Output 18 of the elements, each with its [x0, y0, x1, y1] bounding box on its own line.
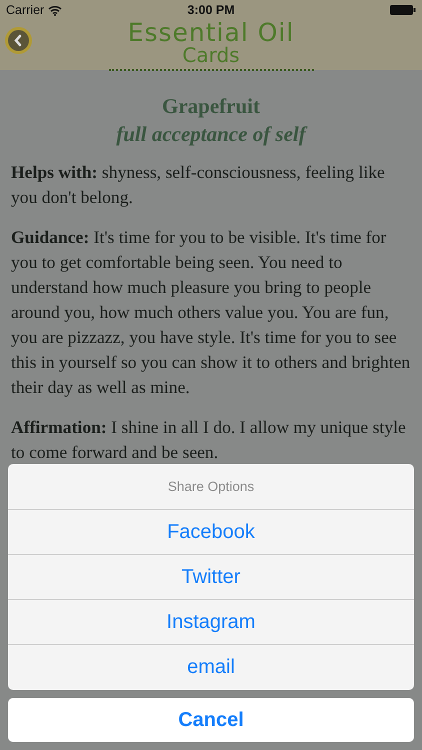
battery-icon [390, 5, 416, 15]
card-paragraph: Affirmation: I shine in all I do. I allow my unique style to come forward and be seen. [11, 416, 407, 464]
card-title: Grapefruit [161, 93, 261, 120]
sheet-title: Share Options [8, 464, 414, 510]
share-option[interactable]: Instagram [8, 600, 414, 645]
cancel-button[interactable]: Cancel [8, 698, 414, 742]
wifi-icon [48, 4, 62, 16]
app-logo: Essential Oil Cards [108, 20, 314, 71]
card-paragraph: Guidance: It's time for you to be visible. It's time for you to get comfortable being seen. You need to understand how much pleasure you bring to people around you, how much others value you. You are fun, you are pizzazz, you have style. It's time for you to see this in yourself so you can show it to others and brighten their day as well as mine. [11, 226, 411, 399]
chevron-left-icon [8, 30, 29, 51]
share-option[interactable]: email [8, 645, 414, 690]
share-option[interactable]: Facebook [8, 510, 414, 555]
share-option[interactable]: Twitter [8, 555, 414, 600]
carrier-label: Carrier [6, 3, 44, 17]
card-paragraph: Helps with: shyness, self-consciousness, feeling like you don't belong. [11, 161, 386, 209]
back-button[interactable] [5, 27, 32, 54]
status-time: 3:00 PM [187, 3, 235, 17]
card-subtitle: full acceptance of self [115, 121, 308, 148]
